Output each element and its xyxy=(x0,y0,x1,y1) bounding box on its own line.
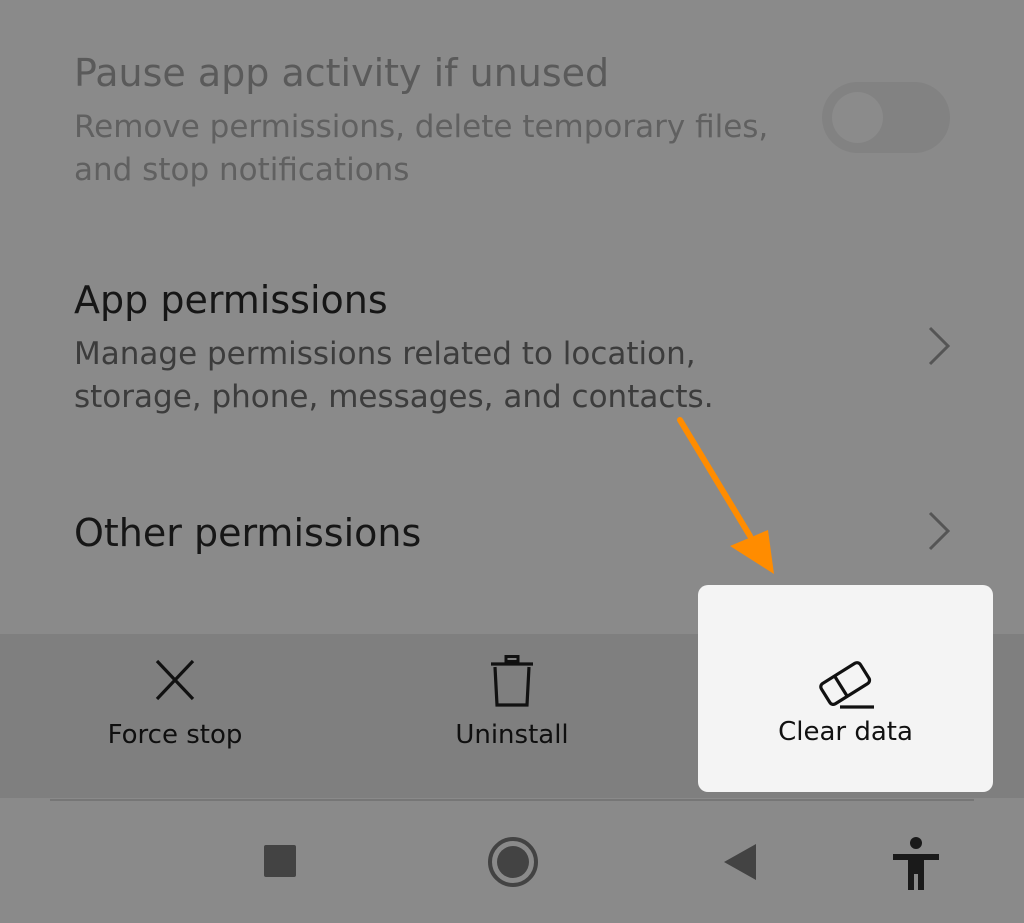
uninstall-button[interactable]: Uninstall xyxy=(392,655,632,765)
pause-app-activity-toggle[interactable] xyxy=(822,82,950,153)
toggle-knob xyxy=(832,92,883,143)
divider xyxy=(50,799,974,801)
pause-app-activity-row[interactable]: Pause app activity if unused Remove perm… xyxy=(74,50,814,192)
uninstall-label: Uninstall xyxy=(455,720,569,750)
triangle-back-icon[interactable] xyxy=(722,842,758,882)
pause-app-activity-title: Pause app activity if unused xyxy=(74,51,610,95)
force-stop-button[interactable]: Force stop xyxy=(55,655,295,765)
clear-data-label: Clear data xyxy=(778,717,913,747)
app-permissions-desc-line-1: Manage permissions related to location, xyxy=(74,336,696,372)
pause-desc-line-1: Remove permissions, delete temporary fil… xyxy=(74,109,769,145)
circle-home-icon[interactable] xyxy=(486,835,540,889)
clear-data-button[interactable]: Clear data xyxy=(698,585,993,792)
pause-app-activity-description: Remove permissions, delete temporary fil… xyxy=(74,106,814,192)
square-recents-icon[interactable] xyxy=(262,843,298,879)
app-permissions-title: App permissions xyxy=(74,278,388,322)
trash-icon xyxy=(491,655,533,707)
app-info-screen: Pause app activity if unused Remove perm… xyxy=(0,0,1024,923)
accessibility-person-icon[interactable] xyxy=(890,836,942,892)
eraser-icon xyxy=(819,661,874,709)
annotation-arrow-icon xyxy=(677,417,774,574)
chevron-right-icon xyxy=(928,326,951,366)
app-permissions-description: Manage permissions related to location, … xyxy=(74,333,794,419)
chevron-right-icon xyxy=(928,511,951,551)
force-stop-label: Force stop xyxy=(107,720,243,750)
app-permissions-row[interactable]: App permissions Manage permissions relat… xyxy=(74,277,794,419)
pause-desc-line-2: and stop notifications xyxy=(74,152,410,188)
close-icon xyxy=(155,659,195,701)
